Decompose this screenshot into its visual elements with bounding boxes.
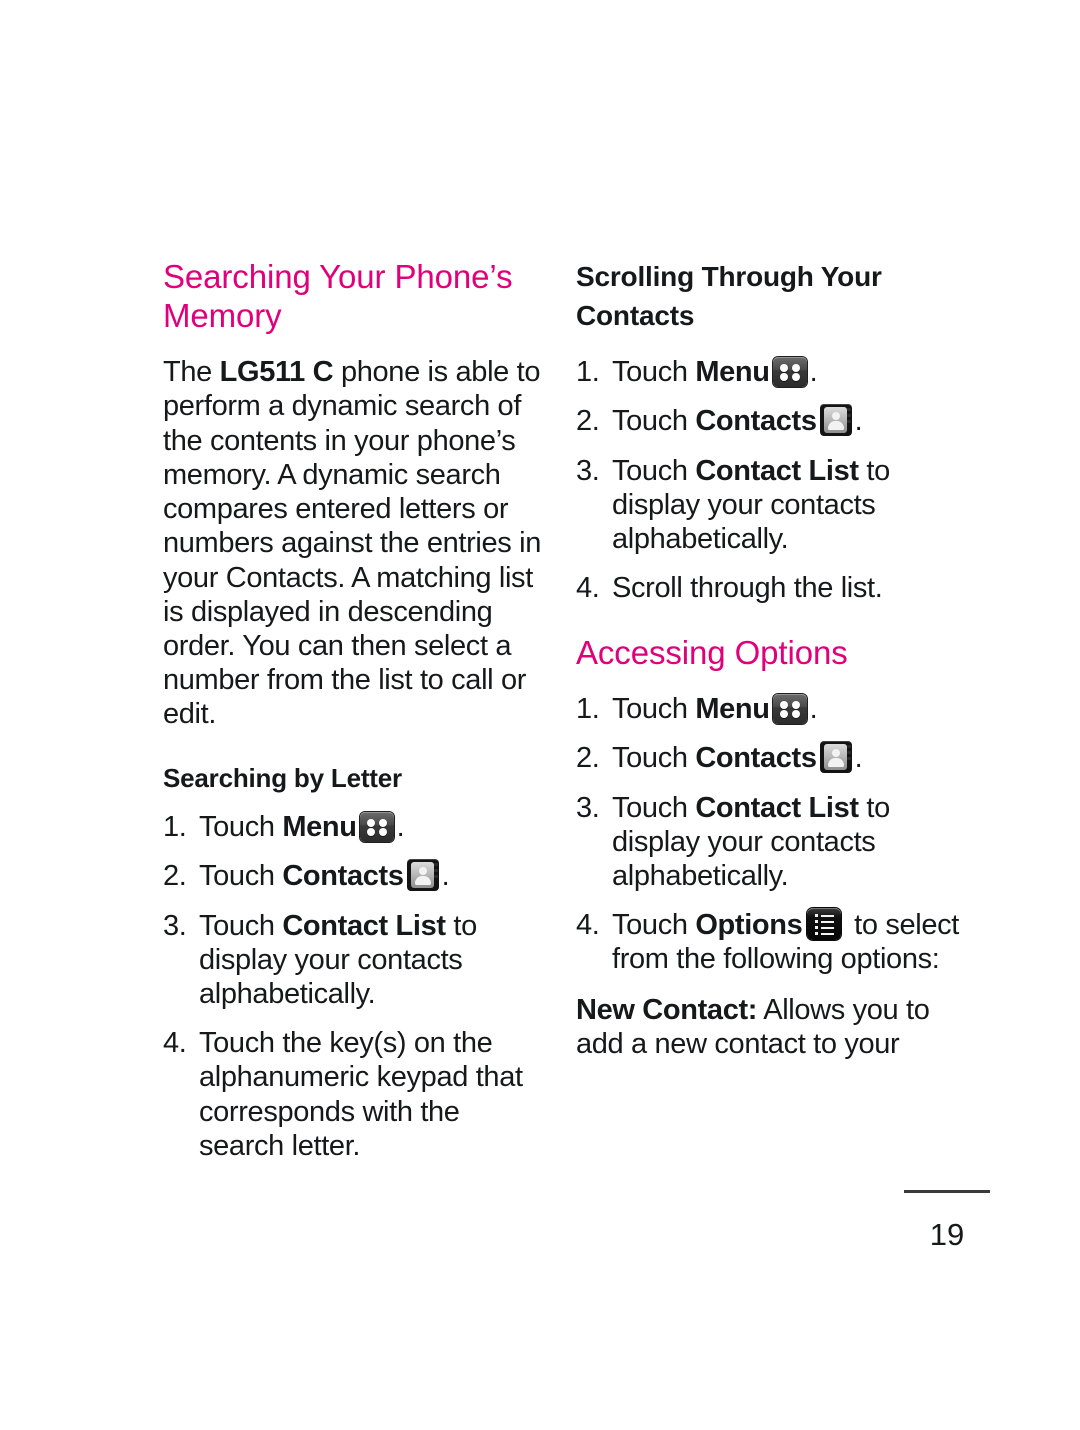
- step-number: 2.: [576, 742, 600, 775]
- page-number: 19: [929, 1217, 965, 1252]
- contacts-book-icon: [819, 741, 852, 774]
- step-text-pre: Scroll through the list.: [612, 572, 883, 605]
- step-number: 3.: [576, 791, 600, 824]
- step-text-post: .: [809, 693, 818, 726]
- section-title-accessing-options: Accessing Options: [576, 633, 848, 671]
- step-number: 4.: [163, 1027, 187, 1060]
- step-text-post: .: [441, 860, 450, 893]
- option-description-new-contact: New Contact: Allows you to add a new con…: [576, 993, 963, 1061]
- step-item: 1. Touch Menu.: [576, 355, 963, 389]
- contacts-book-icon: [406, 859, 439, 892]
- menu-grid-icon: [772, 694, 807, 725]
- step-text-post: .: [854, 742, 863, 775]
- step-text-post: .: [854, 405, 863, 438]
- step-item: 4. Touch the key(s) on the alphanumeric k…: [163, 1026, 550, 1163]
- step-number: 2.: [163, 860, 187, 893]
- step-text-pre: Touch: [199, 860, 283, 893]
- step-item: 4. Scroll through the list.: [576, 571, 963, 605]
- step-keyword: Menu: [695, 693, 770, 726]
- manual-page: Searching Your Phone’s Memory The LG511 …: [0, 0, 1080, 1430]
- step-item: 2. Touch Contacts.: [576, 404, 963, 438]
- step-number: 1.: [576, 693, 600, 726]
- menu-grid-icon: [359, 812, 394, 843]
- step-item: 3. Touch Contact List to display your con…: [163, 909, 550, 1012]
- step-number: 4.: [576, 572, 600, 605]
- left-column: Searching Your Phone’s Memory The LG511 …: [163, 258, 550, 1163]
- step-text-pre: Touch: [612, 454, 696, 487]
- page-footer: 19: [904, 1190, 990, 1250]
- accessing-options-steps: 1. Touch Menu. 2. Touch Contacts. 3. Touch …: [576, 692, 963, 977]
- step-keyword: Contact List: [695, 791, 859, 824]
- step-keyword: Contacts: [282, 860, 404, 893]
- step-text-pre: Touch: [199, 909, 283, 942]
- step-item: 3. Touch Contact List to display your con…: [576, 454, 963, 557]
- step-keyword: Contacts: [695, 742, 817, 775]
- step-text-pre: Touch: [612, 405, 696, 438]
- footer-rule: [904, 1190, 990, 1193]
- intro-rest: phone is able to perform a dynamic searc…: [163, 356, 541, 731]
- contacts-book-icon: [819, 404, 852, 437]
- step-text-pre: Touch: [612, 791, 696, 824]
- step-keyword: Menu: [282, 811, 357, 844]
- option-name: New Contact:: [576, 993, 758, 1026]
- step-number: 3.: [576, 454, 600, 487]
- step-text-pre: Touch: [612, 356, 696, 389]
- step-item: 1. Touch Menu.: [163, 810, 550, 844]
- step-text-pre: Touch: [612, 909, 696, 942]
- intro-paragraph: The LG511 C phone is able to perform a d…: [163, 355, 550, 731]
- step-keyword: Menu: [695, 356, 770, 389]
- step-text-pre: Touch: [612, 693, 696, 726]
- step-number: 3.: [163, 909, 187, 942]
- step-keyword: Contact List: [695, 454, 859, 487]
- step-number: 1.: [576, 356, 600, 389]
- subheading-searching-by-letter: Searching by Letter: [163, 762, 402, 793]
- step-text-pre: Touch: [199, 811, 283, 844]
- searching-by-letter-steps: 1. Touch Menu. 2. Touch Contacts. 3. Touch …: [163, 810, 550, 1163]
- step-text-pre: Touch: [612, 742, 696, 775]
- step-keyword: Contacts: [695, 405, 817, 438]
- step-item: 1. Touch Menu.: [576, 692, 963, 726]
- step-number: 2.: [576, 405, 600, 438]
- menu-grid-icon: [772, 357, 807, 388]
- step-item: 2. Touch Contacts.: [576, 741, 963, 775]
- page-title-searching-your-phones-memory: Searching Your Phone’s Memory: [163, 258, 513, 334]
- subheading-scrolling-through-your-contacts: Scrolling Through Your Contacts: [576, 261, 882, 331]
- scrolling-through-contacts-steps: 1. Touch Menu. 2. Touch Contacts. 3. Touch …: [576, 355, 963, 605]
- step-text-pre: Touch the key(s) on the alphanumeric key…: [199, 1027, 523, 1162]
- two-column-body: Searching Your Phone’s Memory The LG511 …: [163, 258, 963, 1163]
- intro-lead: The: [163, 356, 220, 389]
- step-item: 4. Touch Options to select from the follo…: [576, 908, 963, 976]
- right-column: Scrolling Through Your Contacts 1. Touch …: [576, 258, 963, 1071]
- step-keyword: Contact List: [282, 909, 446, 942]
- step-text-post: .: [396, 811, 405, 844]
- step-item: 2. Touch Contacts.: [163, 859, 550, 893]
- options-list-icon: [807, 908, 842, 941]
- step-keyword: Options: [695, 909, 803, 942]
- step-item: 3. Touch Contact List to display your con…: [576, 791, 963, 894]
- step-number: 4.: [576, 909, 600, 942]
- step-number: 1.: [163, 811, 187, 844]
- step-text-post: .: [809, 356, 818, 389]
- device-model-name: LG511 C: [219, 356, 334, 389]
